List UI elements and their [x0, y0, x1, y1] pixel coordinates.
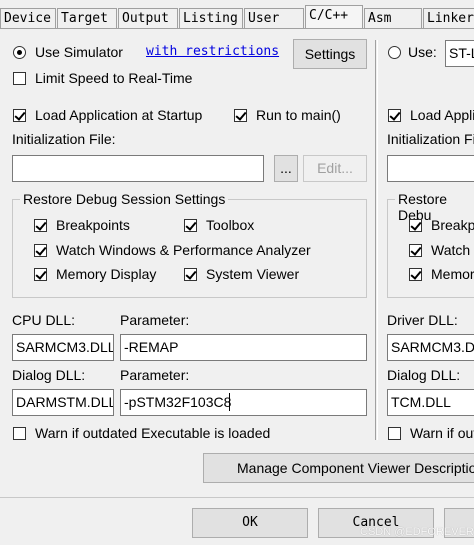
right-warn-checkbox[interactable]: [388, 427, 401, 440]
right-load-app-label: Load Applic: [410, 107, 474, 123]
tab-cpp[interactable]: C/C++: [305, 5, 363, 29]
restore-settings-title: Restore Debug Session Settings: [20, 191, 229, 207]
cpu-dll-input[interactable]: SARMCM3.DLL: [12, 334, 114, 361]
system-viewer-checkbox[interactable]: [184, 268, 197, 281]
tab-user[interactable]: User: [244, 8, 304, 28]
tab-asm[interactable]: Asm: [364, 8, 422, 28]
right-watch-label: Watch: [431, 242, 471, 258]
right-dialog-dll-input[interactable]: TCM.DLL: [387, 389, 474, 416]
tab-target[interactable]: Target: [57, 8, 117, 28]
edit-button[interactable]: Edit...: [303, 155, 367, 182]
cpu-dll-label: CPU DLL:: [12, 312, 76, 328]
section-divider-highlight: [377, 40, 378, 440]
right-warn-label: Warn if out: [410, 425, 474, 441]
right-breakpoints-label: Breakpo: [431, 217, 474, 233]
tab-listing[interactable]: Listing: [179, 8, 243, 28]
bottom-separator: [0, 497, 474, 498]
use-debugger-label: Use:: [408, 44, 437, 60]
load-app-label: Load Application at Startup: [35, 107, 203, 123]
right-breakpoints-checkbox[interactable]: [409, 219, 422, 232]
dialog-dll-label: Dialog DLL:: [12, 367, 86, 383]
system-viewer-label: System Viewer: [206, 266, 300, 282]
right-load-app-checkbox[interactable]: [388, 109, 401, 122]
right-dialog-dll-label: Dialog DLL:: [387, 367, 461, 383]
browse-button[interactable]: ...: [274, 155, 298, 182]
use-debugger-radio[interactable]: [388, 46, 401, 59]
use-simulator-radio[interactable]: [13, 46, 26, 59]
right-watch-checkbox[interactable]: [409, 244, 422, 257]
driver-dll-input[interactable]: SARMCM3.DL: [387, 334, 474, 361]
right-init-file-label: Initialization Fi: [387, 131, 474, 147]
cpu-parameter-label: Parameter:: [120, 312, 190, 328]
right-init-file-input[interactable]: [387, 155, 474, 182]
init-file-input[interactable]: [12, 155, 264, 182]
toolbox-label: Toolbox: [206, 217, 255, 233]
right-memory-label: Memory: [431, 266, 474, 282]
driver-dll-label: Driver DLL:: [387, 312, 458, 328]
warn-outdated-checkbox[interactable]: [13, 427, 26, 440]
limit-speed-label: Limit Speed to Real-Time: [35, 70, 193, 86]
dialog-parameter-label: Parameter:: [120, 367, 190, 383]
manage-component-viewer-button[interactable]: Manage Component Viewer Description: [203, 453, 474, 483]
watch-windows-label: Watch Windows & Performance Analyzer: [56, 242, 311, 258]
watermark-text: CSDN @EDFOREVER: [360, 526, 474, 538]
with-restrictions-link[interactable]: with restrictions: [146, 44, 279, 59]
dialog-dll-input[interactable]: DARMSTM.DLL: [12, 389, 114, 416]
init-file-label: Initialization File:: [12, 131, 116, 147]
memory-display-checkbox[interactable]: [34, 268, 47, 281]
limit-speed-checkbox[interactable]: [13, 72, 26, 85]
toolbox-checkbox[interactable]: [184, 219, 197, 232]
text-caret: [229, 393, 230, 411]
run-to-main-checkbox[interactable]: [234, 109, 247, 122]
tab-panel-border: [0, 28, 474, 29]
use-simulator-label: Use Simulator: [35, 44, 123, 60]
tab-linker[interactable]: Linker: [423, 8, 474, 28]
memory-display-label: Memory Display: [56, 266, 157, 282]
debugger-select[interactable]: ST-L: [445, 40, 474, 67]
run-to-main-label: Run to main(): [256, 107, 341, 123]
breakpoints-label: Breakpoints: [56, 217, 130, 233]
section-divider: [375, 40, 376, 440]
dialog-parameter-input[interactable]: -pSTM32F103C8: [120, 389, 367, 416]
ok-button[interactable]: OK: [192, 508, 308, 538]
tab-output[interactable]: Output: [118, 8, 178, 28]
load-app-checkbox[interactable]: [13, 109, 26, 122]
cpu-parameter-input[interactable]: -REMAP: [120, 334, 367, 361]
warn-outdated-label: Warn if outdated Executable is loaded: [35, 425, 271, 441]
breakpoints-checkbox[interactable]: [34, 219, 47, 232]
watch-windows-checkbox[interactable]: [34, 244, 47, 257]
right-memory-checkbox[interactable]: [409, 268, 422, 281]
settings-button[interactable]: Settings: [293, 39, 367, 69]
tab-device[interactable]: Device: [0, 8, 56, 28]
